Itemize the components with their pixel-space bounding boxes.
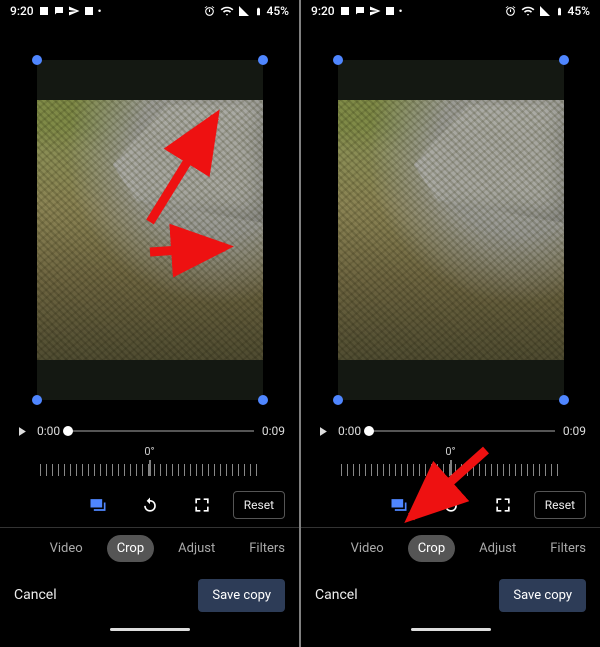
status-bar: 9:20 • 45% [0, 0, 299, 22]
reset-button[interactable]: Reset [233, 491, 285, 519]
crop-excluded-top [338, 60, 564, 100]
seek-thumb[interactable] [364, 426, 374, 436]
editor-tabs: Video Crop Adjust Filters [301, 527, 600, 569]
aspect-ratio-button[interactable] [87, 494, 109, 516]
battery-icon [555, 5, 564, 18]
playback-current: 0:00 [37, 424, 60, 438]
transform-button[interactable] [191, 494, 213, 516]
save-copy-button[interactable]: Save copy [198, 579, 285, 612]
rotate-button[interactable] [139, 494, 161, 516]
crop-handle-tl[interactable] [333, 55, 343, 65]
reset-button[interactable]: Reset [534, 491, 586, 519]
crop-excluded-top [37, 60, 263, 100]
alarm-icon [504, 5, 517, 18]
play-button[interactable] [14, 424, 29, 439]
battery-pct: 45% [267, 4, 289, 18]
play-button[interactable] [315, 424, 330, 439]
tab-filters[interactable]: Filters [239, 535, 295, 562]
status-bar: 9:20 • 45% [301, 0, 600, 22]
alarm-icon [203, 5, 216, 18]
playback-duration: 0:09 [563, 424, 586, 438]
playback-current: 0:00 [338, 424, 361, 438]
rotate-button[interactable] [440, 494, 462, 516]
rotation-angle: 0° [144, 445, 154, 458]
tab-crop[interactable]: Crop [107, 535, 154, 562]
crop-handle-tr[interactable] [559, 55, 569, 65]
tab-crop[interactable]: Crop [408, 535, 455, 562]
cancel-button[interactable]: Cancel [14, 587, 57, 603]
status-left-icons: • [339, 5, 403, 18]
crop-handle-bl[interactable] [333, 395, 343, 405]
battery-icon [254, 5, 263, 18]
crop-preview[interactable] [0, 22, 299, 417]
crop-frame[interactable] [37, 60, 263, 400]
save-copy-button[interactable]: Save copy [499, 579, 586, 612]
video-frame [37, 100, 263, 360]
playback-bar: 0:00 0:09 [0, 417, 299, 445]
wifi-icon [521, 4, 535, 18]
seek-slider[interactable] [369, 424, 555, 438]
seek-slider[interactable] [68, 424, 254, 438]
aspect-ratio-button[interactable] [388, 494, 410, 516]
gesture-nav[interactable] [301, 621, 600, 637]
tab-adjust[interactable]: Adjust [168, 535, 225, 562]
tab-adjust[interactable]: Adjust [469, 535, 526, 562]
seek-thumb[interactable] [63, 426, 73, 436]
crop-handle-tr[interactable] [258, 55, 268, 65]
phone-left: 9:20 • 45% [0, 0, 299, 647]
status-time: 9:20 [311, 4, 335, 18]
wifi-icon [220, 4, 234, 18]
cancel-button[interactable]: Cancel [315, 587, 358, 603]
crop-handle-br[interactable] [258, 395, 268, 405]
rotation-ruler[interactable]: 0° [0, 445, 299, 483]
gesture-nav[interactable] [0, 621, 299, 637]
tab-filters[interactable]: Filters [540, 535, 596, 562]
crop-tools: Reset [0, 483, 299, 527]
battery-pct: 45% [568, 4, 590, 18]
playback-duration: 0:09 [262, 424, 285, 438]
tab-video[interactable]: Video [341, 535, 394, 562]
bottom-bar: Cancel Save copy [0, 569, 299, 621]
transform-button[interactable] [492, 494, 514, 516]
phone-right: 9:20 • 45% [301, 0, 600, 647]
rotation-ruler[interactable]: 0° [301, 445, 600, 483]
crop-handle-bl[interactable] [32, 395, 42, 405]
playback-bar: 0:00 0:09 [301, 417, 600, 445]
crop-handle-br[interactable] [559, 395, 569, 405]
video-frame [338, 100, 564, 360]
bottom-bar: Cancel Save copy [301, 569, 600, 621]
signal-icon [539, 5, 551, 17]
crop-excluded-bottom [338, 360, 564, 400]
tab-video[interactable]: Video [40, 535, 93, 562]
status-time: 9:20 [10, 4, 34, 18]
editor-tabs: Video Crop Adjust Filters [0, 527, 299, 569]
crop-preview[interactable] [301, 22, 600, 417]
crop-tools: Reset [301, 483, 600, 527]
crop-handle-tl[interactable] [32, 55, 42, 65]
rotation-angle: 0° [445, 445, 455, 458]
status-left-icons: • [38, 5, 102, 18]
crop-excluded-bottom [37, 360, 263, 400]
signal-icon [238, 5, 250, 17]
crop-frame[interactable] [338, 60, 564, 400]
